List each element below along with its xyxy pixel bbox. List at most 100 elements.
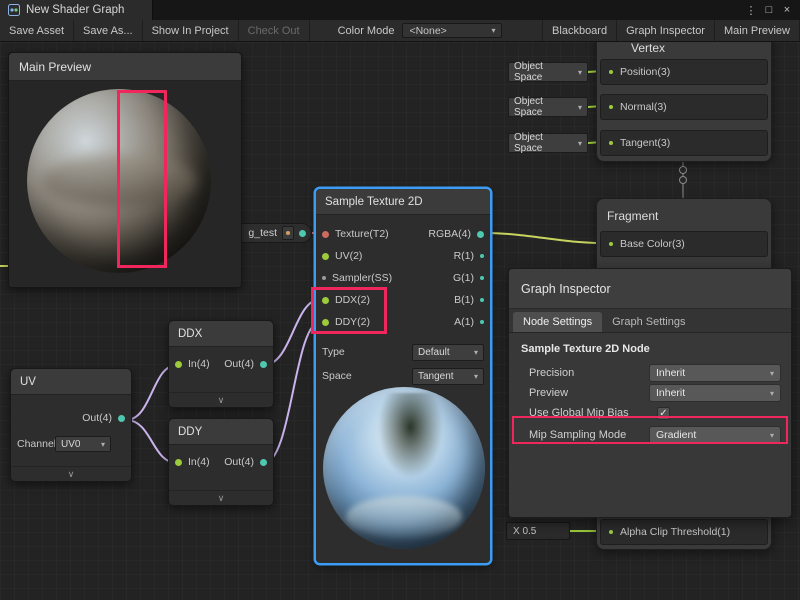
normal-port-dot[interactable]: [609, 105, 613, 109]
vertex-row-tangent[interactable]: Tangent(3): [600, 130, 768, 156]
dropdown-arrow-icon: ▾: [578, 139, 582, 148]
sampler-in-port[interactable]: [322, 276, 326, 280]
uv-channel-row: Channel UV0 ▾: [17, 433, 125, 455]
vertex-row-normal[interactable]: Normal(3): [600, 94, 768, 120]
normal-port-label: Normal(3): [620, 101, 667, 113]
r-out-port[interactable]: [480, 254, 484, 258]
link-dot-bottom: [680, 177, 687, 184]
color-mode-value: <None>: [409, 25, 446, 37]
mip-bias-checkbox[interactable]: ✓: [657, 407, 670, 420]
collapse-chevron-icon[interactable]: ∨: [169, 392, 273, 407]
dropdown-arrow-icon: ▾: [770, 431, 774, 440]
tangent-port-dot[interactable]: [609, 141, 613, 145]
dropdown-arrow-icon: ▾: [474, 372, 478, 381]
save-asset-button[interactable]: Save Asset: [0, 20, 74, 41]
ddy-in-port[interactable]: [322, 319, 329, 326]
precision-label: Precision: [521, 367, 574, 379]
alpha-clip-port-dot[interactable]: [609, 530, 613, 534]
texture-in-label: Texture(T2): [335, 228, 389, 240]
position-port-dot[interactable]: [609, 70, 613, 74]
graph-inspector-toggle-button[interactable]: Graph Inspector: [617, 20, 715, 41]
main-preview-toggle-button[interactable]: Main Preview: [715, 20, 800, 41]
a-out-port[interactable]: [480, 320, 484, 324]
space-dropdown[interactable]: Tangent ▾: [412, 368, 484, 385]
sample-node-title: Sample Texture 2D: [316, 189, 490, 215]
sample-row-1: UV(2) R(1): [322, 245, 484, 267]
rgba-out-port[interactable]: [477, 231, 484, 238]
ddy-port-row: In(4) Out(4): [175, 451, 267, 473]
mip-bias-row: Use Global Mip Bias ✓: [521, 403, 781, 423]
graph-canvas[interactable]: Vertex Position(3) Normal(3) Tangent(3) …: [0, 42, 800, 600]
uv-in-port[interactable]: [322, 253, 329, 260]
inspector-tab-bar: Node Settings Graph Settings: [509, 309, 791, 333]
uv-channel-value: UV0: [61, 439, 80, 450]
base-color-port-dot[interactable]: [609, 242, 613, 246]
object-space-value: Object Space: [514, 132, 574, 154]
dropdown-arrow-icon: ▾: [474, 348, 478, 357]
collapse-chevron-icon[interactable]: ∨: [169, 490, 273, 505]
wire-rgba-to-basecolor[interactable]: [483, 233, 604, 243]
window-controls: ⋮ □ ×: [742, 4, 800, 17]
alpha-clip-value-field[interactable]: X 0.5: [506, 522, 570, 540]
tab-node-settings[interactable]: Node Settings: [513, 312, 602, 332]
color-mode-label: Color Mode: [310, 20, 403, 41]
fragment-block-title: Fragment: [607, 209, 658, 223]
dropdown-arrow-icon: ▾: [101, 440, 105, 449]
sample-texture-2d-node[interactable]: Sample Texture 2D Texture(T2) RGBA(4) UV…: [315, 188, 491, 564]
type-dropdown[interactable]: Default ▾: [412, 344, 484, 361]
uv-channel-dropdown[interactable]: UV0 ▾: [55, 436, 111, 452]
uv-out-row: Out(4): [17, 407, 125, 429]
ddx-in-port[interactable]: [175, 361, 182, 368]
tab-graph-settings[interactable]: Graph Settings: [602, 312, 695, 332]
dropdown-arrow-icon: ▾: [578, 68, 582, 77]
toolbar: Save Asset Save As... Show In Project Ch…: [0, 20, 800, 42]
mip-mode-dropdown[interactable]: Gradient ▾: [649, 426, 781, 444]
position-port-label: Position(3): [620, 66, 670, 78]
more-menu-icon[interactable]: ⋮: [742, 4, 760, 17]
close-icon[interactable]: ×: [778, 4, 796, 16]
rgba-out-label: RGBA(4): [428, 228, 471, 240]
uv-node-title: UV: [11, 369, 131, 395]
preview-row: Preview Inherit ▾: [521, 383, 781, 403]
alpha-clip-port-label: Alpha Clip Threshold(1): [620, 526, 730, 538]
save-as-button[interactable]: Save As...: [74, 20, 143, 41]
b-out-port[interactable]: [480, 298, 484, 302]
tangent-port-label: Tangent(3): [620, 137, 670, 149]
fragment-row-alpha-clip[interactable]: Alpha Clip Threshold(1): [600, 519, 768, 545]
maximize-icon[interactable]: □: [760, 4, 778, 16]
ddx-in-port[interactable]: [322, 297, 329, 304]
ddy-in-port[interactable]: [175, 459, 182, 466]
collapse-chevron-icon[interactable]: ∨: [11, 466, 131, 481]
property-output-port[interactable]: [299, 230, 306, 237]
property-badge: [282, 226, 294, 240]
sample-space-row: Space Tangent ▾: [322, 365, 484, 387]
graph-inspector-panel[interactable]: Graph Inspector Node Settings Graph Sett…: [508, 268, 792, 518]
preview-dropdown[interactable]: Inherit ▾: [649, 384, 781, 402]
uv-out-label: Out(4): [82, 412, 112, 424]
ddx-node[interactable]: DDX In(4) Out(4) ∨: [168, 320, 274, 408]
ddx-out-port[interactable]: [260, 361, 267, 368]
object-space-dropdown-tangent[interactable]: Object Space ▾: [508, 133, 588, 153]
show-in-project-button[interactable]: Show In Project: [143, 20, 239, 41]
graph-tab[interactable]: New Shader Graph: [0, 0, 153, 20]
ddy-out-port[interactable]: [260, 459, 267, 466]
b-out-label: B(1): [454, 294, 474, 306]
g-out-port[interactable]: [480, 276, 484, 280]
ddy-node[interactable]: DDY In(4) Out(4) ∨: [168, 418, 274, 506]
color-mode-dropdown[interactable]: <None> ▾: [402, 23, 502, 38]
object-space-dropdown-normal[interactable]: Object Space ▾: [508, 97, 588, 117]
ddx-out-label: Out(4): [224, 358, 254, 370]
main-preview-panel[interactable]: Main Preview: [8, 52, 242, 288]
dropdown-arrow-icon: ▾: [578, 103, 582, 112]
object-space-dropdown-position[interactable]: Object Space ▾: [508, 62, 588, 82]
vertex-block[interactable]: Vertex Position(3) Normal(3) Tangent(3): [596, 42, 772, 162]
uv-node[interactable]: UV Out(4) Channel UV0 ▾ ∨: [10, 368, 132, 482]
texture-in-port[interactable]: [322, 231, 329, 238]
fragment-row-base-color[interactable]: Base Color(3): [600, 231, 768, 257]
property-badge-dot: [286, 231, 290, 235]
uv-out-port[interactable]: [118, 415, 125, 422]
vertex-row-position[interactable]: Position(3): [600, 59, 768, 85]
blackboard-toggle-button[interactable]: Blackboard: [542, 20, 617, 41]
space-label: Space: [322, 370, 352, 382]
precision-dropdown[interactable]: Inherit ▾: [649, 364, 781, 382]
